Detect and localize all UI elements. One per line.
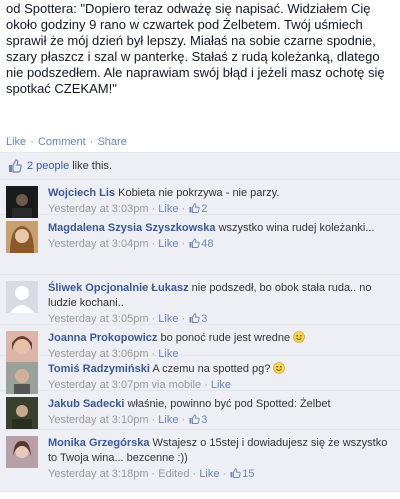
comment-row: Joanna Prokopowicz bo ponoć rude jest wr… [0, 325, 400, 363]
separator: · [30, 136, 34, 148]
comment-like-count[interactable]: 3 [188, 414, 207, 426]
likes-suffix: like this. [72, 160, 112, 172]
comment-body: Jakub Sadecki właśnie, powinno być pod S… [48, 397, 396, 428]
like-link[interactable]: Like [6, 136, 26, 148]
comment-author[interactable]: Tomiś Radzymiński [48, 363, 150, 375]
comment-like-link[interactable]: Like [199, 468, 219, 480]
likes-summary: 2 people like this. [0, 153, 400, 180]
comment-author[interactable]: Jakub Sadecki [48, 398, 124, 410]
comments-section: 2 people like this. Wojciech Lis Kobieta… [0, 152, 400, 492]
comment-time[interactable]: Yesterday at 3:03pm [48, 203, 149, 215]
edited-label[interactable]: Edited [158, 468, 189, 480]
comment-like-count[interactable]: 48 [188, 238, 214, 250]
comment-row: Jakub Sadecki właśnie, powinno być pod S… [0, 391, 400, 430]
comment-body: Wojciech Lis Kobieta nie pokrzywa - nie … [48, 186, 396, 217]
comment-time[interactable]: Yesterday at 3:04pm [48, 238, 149, 250]
post-text: od Spottera: "Dopiero teraz odważę się n… [6, 1, 385, 96]
comment-time[interactable]: Yesterday at 3:05pm [48, 313, 149, 325]
comment-like-link[interactable]: Like [211, 379, 231, 391]
like-count-icon [189, 313, 200, 323]
comment-meta: Yesterday at 3:18pm · Edited · Like · 15 [48, 468, 255, 480]
comment-text: A czemu na spotted pg? [152, 363, 271, 375]
avatar[interactable] [6, 397, 38, 429]
likers-link[interactable]: 2 people [27, 160, 69, 172]
comment-list: Wojciech Lis Kobieta nie pokrzywa - nie … [0, 180, 400, 492]
comment-body: Monika Grzegórska Wstajesz o 15stej i do… [48, 436, 396, 482]
comment-row: Magdalena Szysia Szyszkowska wszystko wi… [0, 215, 400, 275]
comment-author[interactable]: Monika Grzegórska [48, 437, 149, 449]
comment-text: wszystko wina rudej koleżanki... [218, 222, 375, 234]
comment-body: Śliwek Opcjonalnie Łukasz nie podszedł, … [48, 281, 396, 327]
like-count: 48 [201, 238, 214, 250]
comment-row: Śliwek Opcjonalnie Łukasz nie podszedł, … [0, 275, 400, 325]
comment-like-link[interactable]: Like [158, 203, 178, 215]
comment-link[interactable]: Comment [38, 136, 86, 148]
post-actions: Like · Comment · Share [0, 134, 133, 150]
comment-text: bo ponoć rude jest wredne [160, 332, 291, 344]
comment-author[interactable]: Joanna Prokopowicz [48, 332, 157, 344]
comment-like-count[interactable]: 3 [188, 313, 207, 325]
like-count-icon [189, 414, 200, 424]
comment-time[interactable]: Yesterday at 3:07pm via mobile [48, 379, 201, 391]
comment-like-link[interactable]: Like [158, 414, 178, 426]
comment-row: Wojciech Lis Kobieta nie pokrzywa - nie … [0, 180, 400, 218]
thumbs-up-icon [9, 159, 22, 173]
avatar[interactable] [6, 186, 38, 218]
like-count-icon [230, 468, 241, 478]
avatar[interactable] [6, 221, 38, 253]
comment-like-count[interactable]: 15 [229, 468, 254, 480]
avatar[interactable] [6, 281, 38, 313]
smiley-icon [293, 331, 306, 343]
like-count: 3 [201, 313, 208, 325]
comment-author[interactable]: Wojciech Lis [48, 187, 115, 199]
comment-like-count[interactable]: 2 [188, 203, 207, 215]
comment-body: Magdalena Szysia Szyszkowska wszystko wi… [48, 221, 396, 252]
comment-row: Monika Grzegórska Wstajesz o 15stej i do… [0, 430, 400, 492]
comment-meta: Yesterday at 3:04pm · Like · 48 [48, 238, 214, 250]
like-count: 15 [242, 468, 255, 480]
like-count-icon [189, 238, 200, 248]
comment-time[interactable]: Yesterday at 3:18pm [48, 468, 149, 480]
comment-like-link[interactable]: Like [158, 313, 178, 325]
comment-author[interactable]: Magdalena Szysia Szyszkowska [48, 222, 216, 234]
like-count-icon [189, 203, 200, 213]
like-count: 3 [201, 414, 208, 426]
smiley-icon [273, 362, 286, 374]
avatar[interactable] [6, 436, 38, 468]
comment-text: Kobieta nie pokrzywa - nie parzy. [118, 187, 280, 199]
avatar[interactable] [6, 362, 38, 394]
like-count: 2 [201, 203, 208, 215]
comment-body: Tomiś Radzymiński A czemu na spotted pg?… [48, 362, 396, 393]
comment-row: Tomiś Radzymiński A czemu na spotted pg?… [0, 356, 400, 394]
separator: · [89, 136, 94, 148]
comment-author[interactable]: Śliwek Opcjonalnie Łukasz [48, 282, 189, 294]
comment-time[interactable]: Yesterday at 3:10pm [48, 414, 149, 426]
share-link[interactable]: Share [97, 136, 126, 148]
comment-meta: Yesterday at 3:10pm · Like · 3 [48, 414, 208, 426]
comment-text: właśnie, powinno być pod Spotted: Żelbet [127, 398, 331, 410]
comment-like-link[interactable]: Like [158, 238, 178, 250]
